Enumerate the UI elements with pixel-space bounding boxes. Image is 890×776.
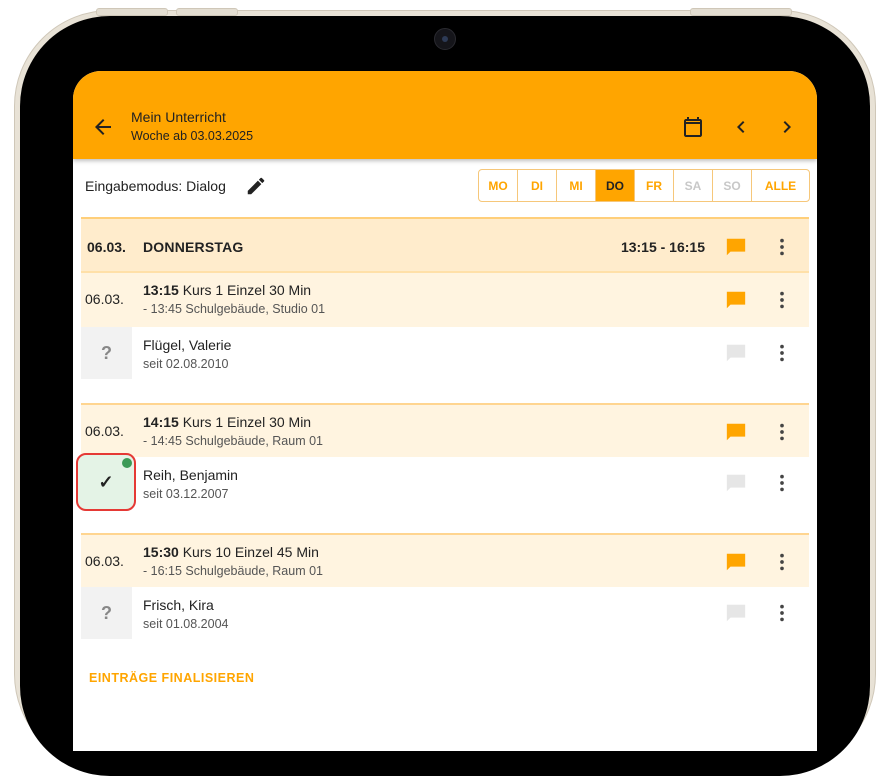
lesson-start-time: 13:15 [143, 282, 179, 298]
page-subtitle: Woche ab 03.03.2025 [131, 129, 254, 143]
student-name: Flügel, Valerie [143, 337, 232, 353]
day-button-mo[interactable]: MO [479, 170, 518, 201]
day-header-weekday: DONNERSTAG [143, 239, 244, 255]
hardware-button [176, 8, 238, 16]
lesson-row[interactable]: 06.03. 14:15 Kurs 1 Einzel 30 Min - 14:4… [81, 403, 809, 457]
chevron-right-icon[interactable] [775, 115, 799, 139]
finalize-entries-button[interactable]: EINTRÄGE FINALISIEREN [89, 671, 254, 685]
lesson-details: - 14:45 Schulgebäude, Raum 01 [143, 434, 323, 448]
comment-icon[interactable] [725, 342, 747, 364]
app-screen: Mein Unterricht Woche ab 03.03.2025 Eing… [73, 71, 817, 751]
more-vert-icon[interactable] [771, 342, 793, 364]
weekday-selector: MO DI MI DO FR SA SO ALLE [478, 169, 810, 202]
more-vert-icon[interactable] [771, 289, 793, 311]
student-name: Frisch, Kira [143, 597, 214, 613]
day-button-sa: SA [674, 170, 713, 201]
lesson-date: 06.03. [85, 423, 124, 439]
attendance-status-button[interactable]: ? [81, 327, 132, 379]
lesson-title: Kurs 10 Einzel 45 Min [182, 544, 319, 560]
more-vert-icon[interactable] [771, 421, 793, 443]
lesson-details: - 16:15 Schulgebäude, Raum 01 [143, 564, 323, 578]
student-since: seit 03.12.2007 [143, 487, 229, 501]
comment-icon[interactable] [725, 602, 747, 624]
student-row[interactable]: ✓ Reih, Benjamin seit 03.12.2007 [76, 453, 809, 511]
lesson-row[interactable]: 06.03. 13:15 Kurs 1 Einzel 30 Min - 13:4… [81, 273, 809, 327]
comment-icon[interactable] [725, 472, 747, 494]
more-vert-icon[interactable] [771, 236, 793, 258]
student-since: seit 02.08.2010 [143, 357, 229, 371]
lesson-start-time: 14:15 [143, 414, 179, 430]
comment-icon[interactable] [725, 236, 747, 258]
student-row[interactable]: ? Flügel, Valerie seit 02.08.2010 [81, 327, 809, 379]
day-button-di[interactable]: DI [518, 170, 557, 201]
lesson-title: Kurs 1 Einzel 30 Min [182, 282, 312, 298]
chevron-left-icon[interactable] [729, 115, 753, 139]
day-button-fr[interactable]: FR [635, 170, 674, 201]
hardware-button [96, 8, 168, 16]
pencil-icon[interactable] [245, 175, 267, 197]
more-vert-icon[interactable] [771, 602, 793, 624]
lesson-date: 06.03. [85, 553, 124, 569]
student-row[interactable]: ? Frisch, Kira seit 01.08.2004 [81, 587, 809, 639]
student-since: seit 01.08.2004 [143, 617, 229, 631]
lesson-date: 06.03. [85, 291, 124, 307]
day-button-so: SO [713, 170, 752, 201]
lesson-row[interactable]: 06.03. 15:30 Kurs 10 Einzel 45 Min - 16:… [81, 533, 809, 587]
hardware-button [690, 8, 792, 16]
camera-icon [434, 28, 456, 50]
globe-icon [122, 458, 132, 468]
more-vert-icon[interactable] [771, 551, 793, 573]
day-header-time: 13:15 - 16:15 [620, 239, 705, 255]
lesson-list: 06.03. DONNERSTAG 13:15 - 16:15 06.03. 1… [76, 217, 809, 639]
day-button-do[interactable]: DO [596, 170, 635, 201]
day-button-alle[interactable]: ALLE [752, 170, 809, 201]
attendance-status-button[interactable]: ? [81, 587, 132, 639]
comment-icon[interactable] [725, 289, 747, 311]
arrow-back-icon[interactable] [91, 115, 115, 139]
comment-icon[interactable] [725, 551, 747, 573]
calendar-icon[interactable] [681, 115, 705, 139]
more-vert-icon[interactable] [771, 472, 793, 494]
day-header-date: 06.03. [87, 239, 126, 255]
day-button-mi[interactable]: MI [557, 170, 596, 201]
student-name: Reih, Benjamin [143, 467, 238, 483]
lesson-start-time: 15:30 [143, 544, 179, 560]
day-header-row: 06.03. DONNERSTAG 13:15 - 16:15 [81, 217, 809, 273]
app-bar: Mein Unterricht Woche ab 03.03.2025 [73, 71, 817, 159]
comment-icon[interactable] [725, 421, 747, 443]
lesson-details: - 13:45 Schulgebäude, Studio 01 [143, 302, 326, 316]
lesson-title: Kurs 1 Einzel 30 Min [182, 414, 312, 430]
input-mode-label: Eingabemodus: Dialog [85, 178, 226, 194]
page-title: Mein Unterricht [131, 109, 226, 125]
